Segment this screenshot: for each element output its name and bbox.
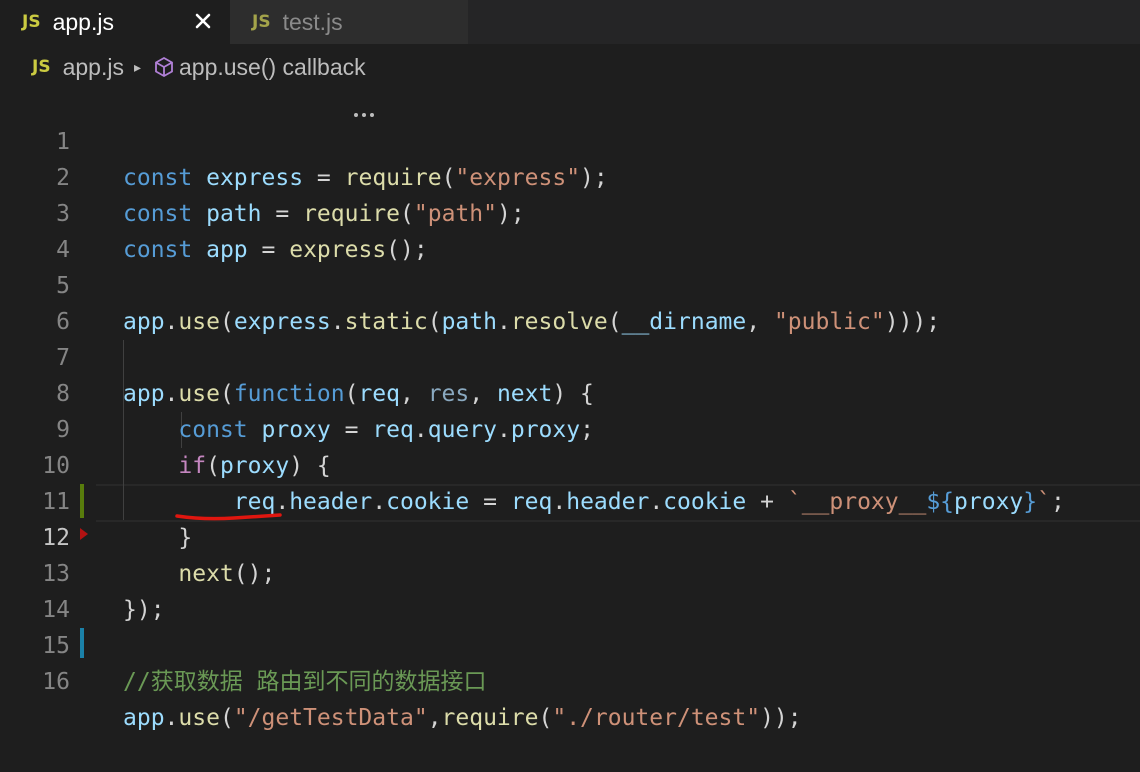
js-file-icon: JS — [22, 12, 41, 32]
js-file-icon: JS — [32, 57, 51, 77]
code-line: 4 — [0, 196, 1140, 263]
editor-tab-bar: JS app.js JS test.js — [0, 0, 1140, 44]
token: . — [164, 705, 179, 731]
cube-symbol-icon — [155, 56, 173, 78]
code-line: 9 if(proxy) { — [0, 376, 1140, 479]
code-line: 2 const path = require("path"); — [0, 124, 1140, 227]
code-line: 3 const app = express(); — [0, 160, 1140, 263]
line-number: 16 — [42, 669, 70, 695]
token: use — [178, 705, 220, 731]
token: app — [123, 705, 165, 731]
code-line: 13 }); — [0, 520, 1140, 623]
code-line: 6 — [0, 268, 1140, 335]
code-line: 11 } — [0, 448, 1140, 551]
code-line: 8 const proxy = req.query.proxy; — [0, 340, 1140, 443]
code-line: 12 next(); — [0, 484, 1140, 587]
code-line: 5 app.use(express.static(path.resolve(__… — [0, 232, 1140, 335]
code-line: 10 req.header.cookie = req.header.cookie… — [0, 412, 1140, 515]
breadcrumb: JS app.js ▸ app.use() callback — [0, 44, 1140, 90]
token: ( — [538, 705, 553, 731]
token: ( — [219, 705, 234, 731]
code-line: 14 — [0, 556, 1140, 623]
token: require — [441, 705, 539, 731]
token: "/getTestData" — [233, 705, 428, 731]
code-editor[interactable]: 1 const express = require("express"); 2 … — [0, 88, 1140, 731]
breadcrumb-file[interactable]: app.js — [63, 54, 124, 81]
tab-label: app.js — [52, 8, 114, 35]
suggestion-dots-icon[interactable] — [354, 113, 376, 119]
tab-label: test.js — [282, 8, 343, 35]
tab-app-js[interactable]: JS app.js — [0, 0, 230, 44]
line-code: app.use("/getTestData",require("./router… — [123, 700, 802, 736]
tab-test-js[interactable]: JS test.js — [230, 0, 468, 44]
code-line: 16 app.use("/getTestData",require("./rou… — [0, 628, 1140, 731]
red-underline-annotation — [175, 513, 282, 521]
chevron-right-icon: ▸ — [133, 58, 141, 75]
token: "./router/test" — [552, 705, 761, 731]
code-line: 7 app.use(function(req, res, next) { — [0, 304, 1140, 407]
comment: //获取数据 路由到不同的数据接口 — [123, 669, 487, 695]
close-icon[interactable] — [191, 8, 215, 34]
breadcrumb-symbol[interactable]: app.use() callback — [179, 54, 366, 81]
js-file-icon: JS — [252, 12, 271, 32]
code-line: 1 const express = require("express"); — [0, 88, 1140, 191]
token: , — [427, 705, 442, 731]
token: )); — [760, 705, 802, 731]
code-line: 15 //获取数据 路由到不同的数据接口 — [0, 592, 1140, 695]
